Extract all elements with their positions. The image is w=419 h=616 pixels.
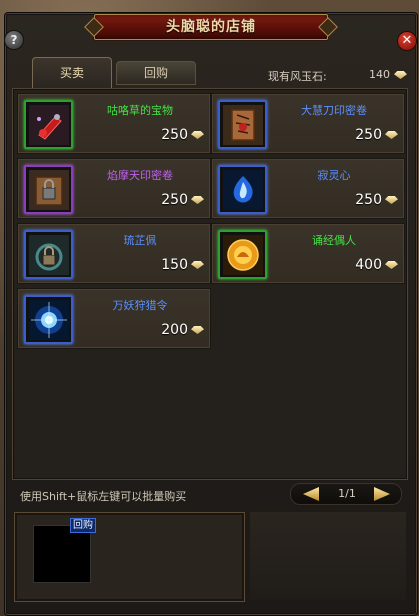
item-slot[interactable]: [24, 100, 73, 149]
item-slot[interactable]: [218, 165, 267, 214]
item-slot[interactable]: [218, 230, 267, 279]
item-slot[interactable]: [218, 100, 267, 149]
help-button[interactable]: ?: [4, 30, 24, 50]
item-name: 寂灵心: [317, 169, 351, 182]
item-slot[interactable]: [24, 295, 73, 344]
item-price: 200: [161, 322, 188, 338]
jade-stone-icon: [191, 196, 204, 204]
item-slot[interactable]: [24, 165, 73, 214]
page-indicator: 1/1: [338, 487, 356, 500]
item-name: 琉芷佩: [123, 234, 157, 247]
item-name: 咕咯草的宝物: [107, 104, 173, 117]
pendant-icon: [28, 234, 69, 275]
red-treasure-icon: [28, 104, 69, 145]
jade-stone-icon: [385, 131, 398, 139]
shop-item[interactable]: 焰摩天印密卷 250: [17, 158, 211, 219]
prev-page-arrow-icon[interactable]: [303, 487, 319, 501]
scroll-icon: [222, 104, 263, 145]
item-name: 诵经偶人: [312, 234, 356, 247]
item-list: 咕咯草的宝物 250 大慧刀印密卷 250 焰摩天印密卷 250 寂灵心 250…: [12, 88, 408, 480]
shop-item[interactable]: 诵经偶人 400: [211, 223, 405, 284]
locked-scroll-icon: [28, 169, 69, 210]
buyback-panel: [14, 512, 245, 602]
spirit-heart-icon: [222, 169, 263, 210]
item-price: 250: [161, 192, 188, 208]
bottom-panel: [250, 512, 406, 600]
window-title: 头脑聪的店铺: [166, 19, 256, 35]
currency-value: 140: [369, 68, 390, 81]
jade-stone-icon: [385, 196, 398, 204]
bulk-buy-hint: 使用Shift+鼠标左键可以批量购买: [20, 490, 187, 503]
hunting-token-icon: [28, 299, 69, 340]
shop-item[interactable]: 琉芷佩 150: [17, 223, 211, 284]
shop-item[interactable]: 大慧刀印密卷 250: [211, 93, 405, 154]
item-price: 150: [161, 257, 188, 273]
tab-buy-sell[interactable]: 买卖: [32, 57, 112, 89]
jade-stone-icon: [191, 261, 204, 269]
title-banner: 头脑聪的店铺: [94, 14, 328, 40]
item-name: 大慧刀印密卷: [301, 104, 367, 117]
jade-stone-icon: [385, 261, 398, 269]
item-name: 万妖狩猎令: [112, 299, 168, 312]
item-price: 400: [355, 257, 382, 273]
shop-item[interactable]: 寂灵心 250: [211, 158, 405, 219]
currency-label: 现有风玉石:: [268, 70, 327, 83]
buyback-slot[interactable]: [33, 525, 91, 583]
item-slot[interactable]: [24, 230, 73, 279]
item-price: 250: [355, 192, 382, 208]
jade-stone-icon: [191, 326, 204, 334]
chanting-doll-icon: [222, 234, 263, 275]
buyback-tag[interactable]: 回购: [70, 518, 96, 533]
item-price: 250: [355, 127, 382, 143]
item-name: 焰摩天印密卷: [107, 169, 173, 182]
shop-item[interactable]: 万妖狩猎令 200: [17, 288, 211, 349]
shop-item[interactable]: 咕咯草的宝物 250: [17, 93, 211, 154]
item-price: 250: [161, 127, 188, 143]
jade-stone-icon: [191, 131, 204, 139]
close-button[interactable]: ✕: [397, 31, 417, 51]
pager: 1/1: [290, 483, 402, 505]
next-page-arrow-icon[interactable]: [374, 487, 390, 501]
tab-buyback[interactable]: 回购: [116, 61, 196, 85]
